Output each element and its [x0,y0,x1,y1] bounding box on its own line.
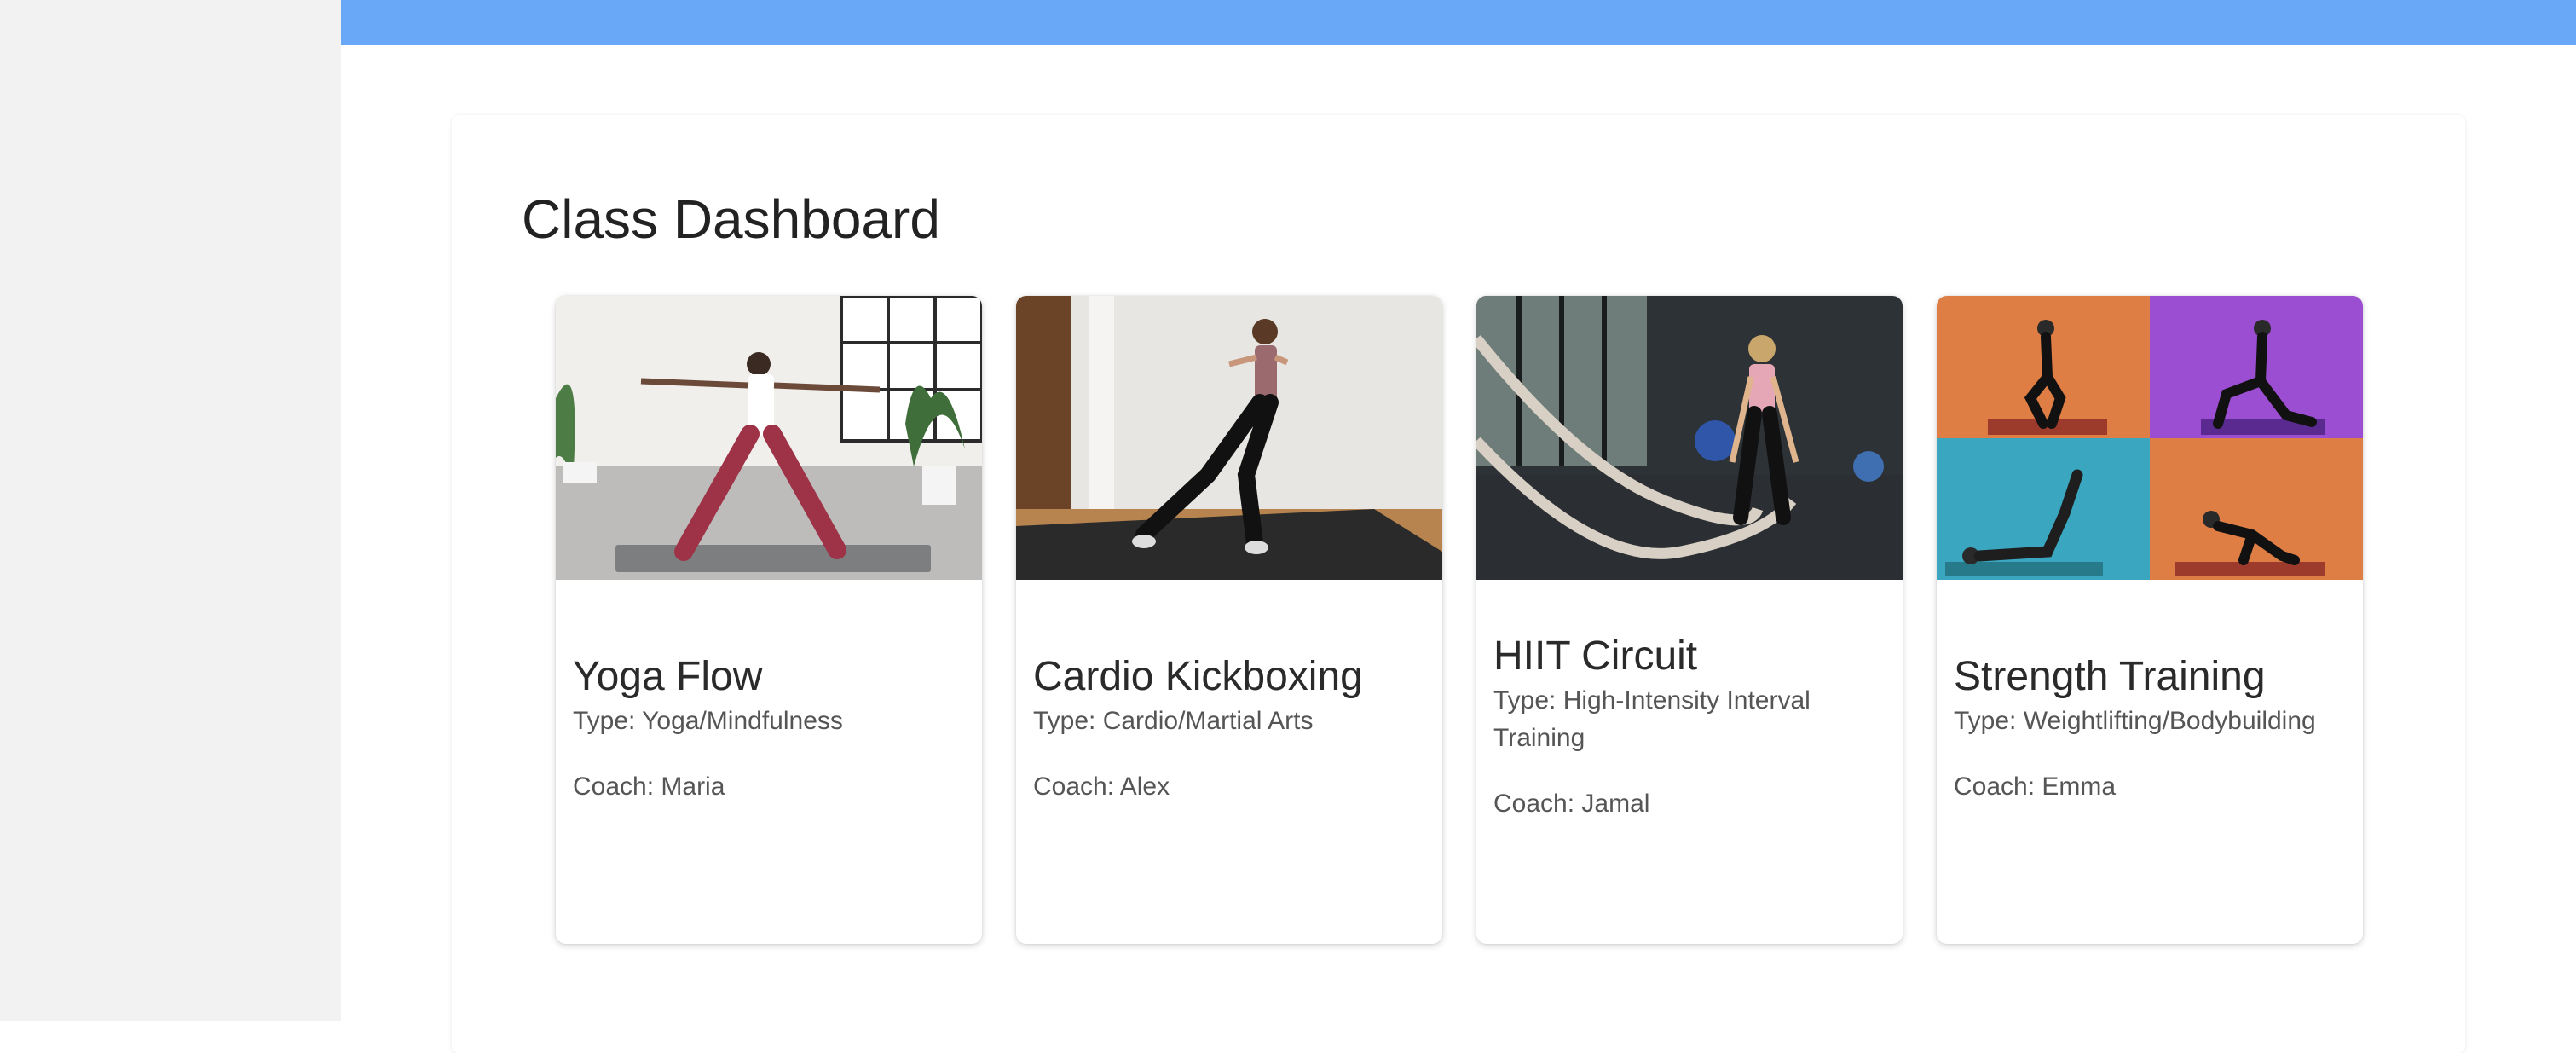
page-title: Class Dashboard [522,188,940,250]
class-coach: Coach: Maria [573,772,725,801]
main-content: Class Dashboard Yoga Flow Type: Yoga/Min… [341,45,2576,1053]
card-body: Yoga Flow Type: Yoga/Mindfulness Coach: … [573,580,965,944]
class-type: Type: High-Intensity Interval Training [1493,686,1811,752]
top-bar [341,0,2576,45]
class-card-strength-training[interactable]: Strength Training Type: Weightlifting/Bo… [1937,296,2363,944]
sidebar [0,0,341,1021]
strength-grid-image [1937,296,2363,580]
class-coach: Coach: Emma [1954,772,2117,801]
class-name: HIIT Circuit [1493,634,1698,679]
class-type: Type: Cardio/Martial Arts [1033,707,1314,735]
class-name: Cardio Kickboxing [1033,654,1363,699]
yoga-pose-image [556,296,982,580]
class-card-hiit-circuit[interactable]: HIIT Circuit Type: High-Intensity Interv… [1476,296,1903,944]
class-coach: Coach: Alex [1033,772,1170,801]
dashboard-panel: Class Dashboard Yoga Flow Type: Yoga/Min… [452,115,2465,1053]
kickboxing-image [1016,296,1442,580]
card-body: Strength Training Type: Weightlifting/Bo… [1954,580,2346,944]
class-name: Yoga Flow [573,654,763,699]
card-body: Cardio Kickboxing Type: Cardio/Martial A… [1033,580,1425,944]
class-type: Type: Weightlifting/Bodybuilding [1954,707,2316,735]
class-name: Strength Training [1954,654,2266,699]
class-type: Type: Yoga/Mindfulness [573,707,843,735]
class-coach: Coach: Jamal [1493,790,1650,818]
class-card-cardio-kickboxing[interactable]: Cardio Kickboxing Type: Cardio/Martial A… [1016,296,1442,944]
class-card-yoga-flow[interactable]: Yoga Flow Type: Yoga/Mindfulness Coach: … [556,296,982,944]
battle-ropes-image [1476,296,1903,580]
card-body: HIIT Circuit Type: High-Intensity Interv… [1493,580,1886,944]
